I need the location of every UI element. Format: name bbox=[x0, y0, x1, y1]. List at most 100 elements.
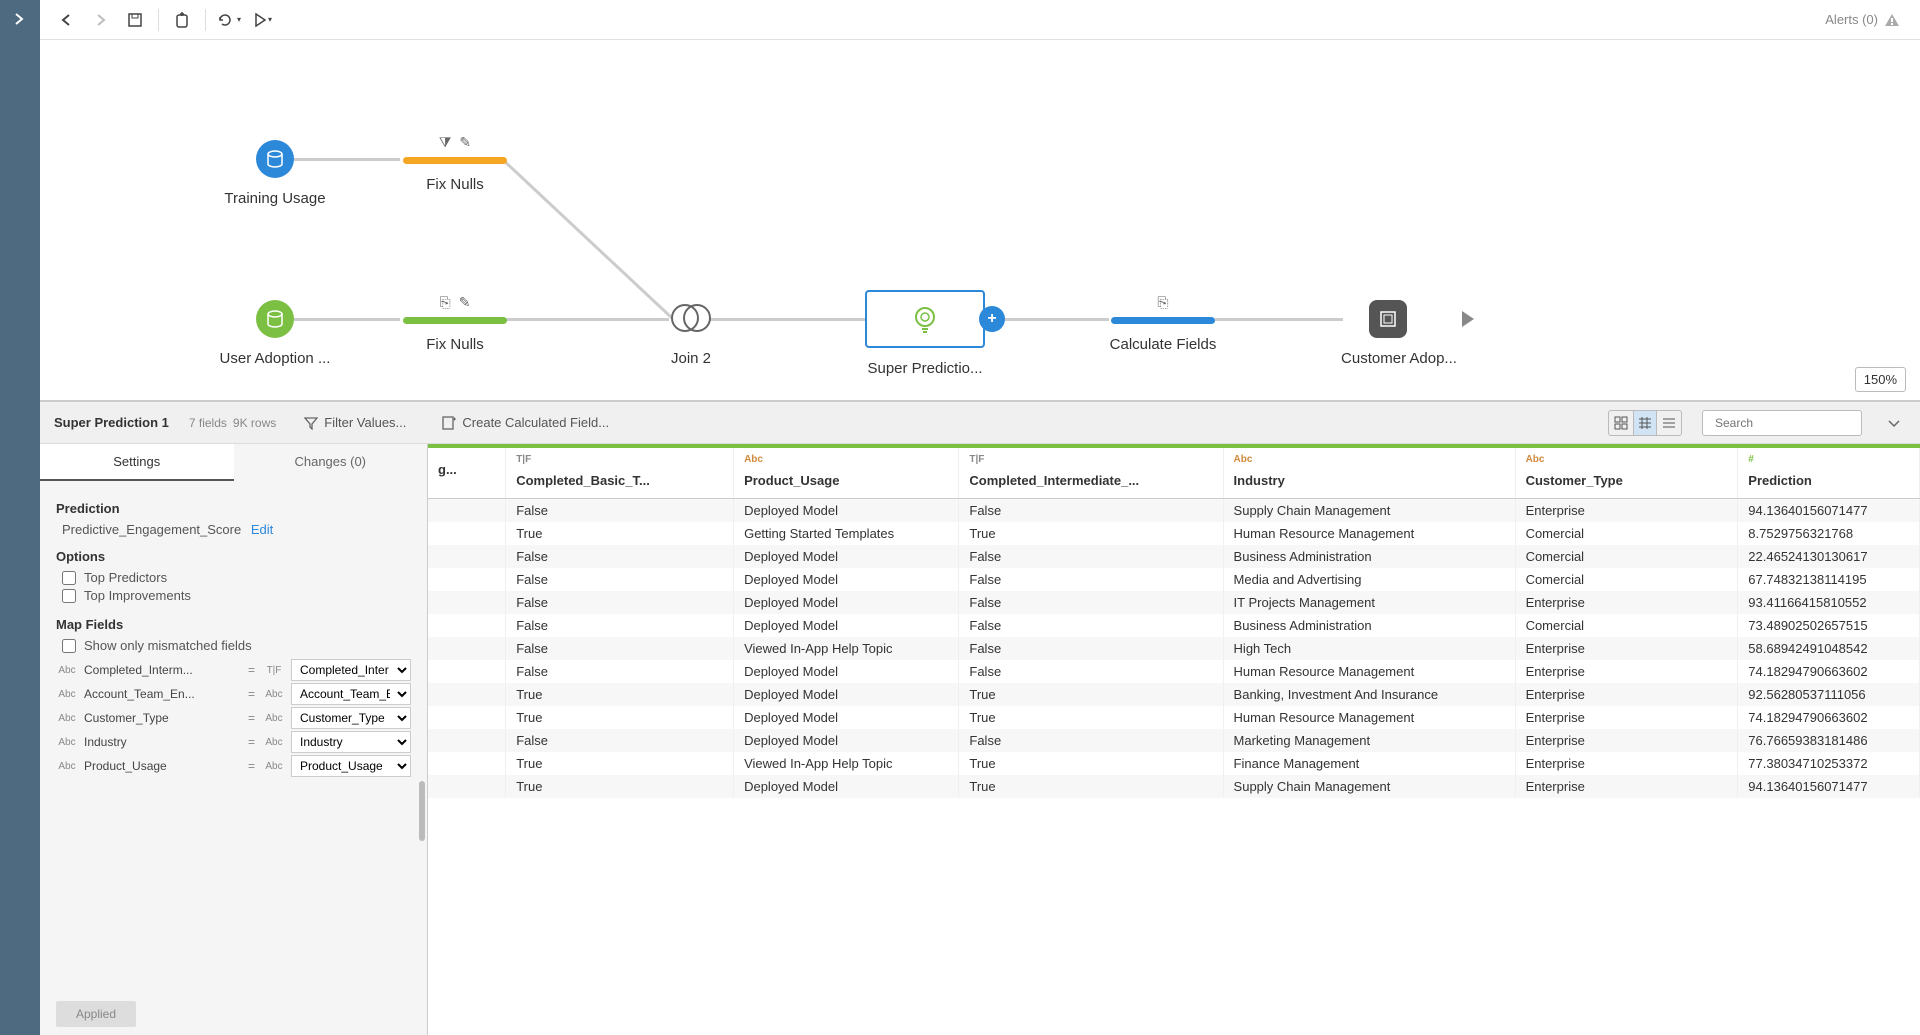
table-cell: False bbox=[506, 591, 734, 614]
search-input[interactable] bbox=[1715, 416, 1870, 430]
table-row[interactable]: FalseViewed In-App Help TopicFalseHigh T… bbox=[428, 637, 1920, 660]
node-label: Fix Nulls bbox=[400, 336, 510, 353]
node-calculate-fields[interactable]: ⎘ Calculate Fields bbox=[1108, 294, 1218, 353]
checkbox-top-predictors[interactable]: Top Predictors bbox=[62, 570, 411, 585]
field-map-row: Abc Industry = Abc Industry bbox=[56, 731, 411, 753]
table-row[interactable]: TrueDeployed ModelTrueHuman Resource Man… bbox=[428, 706, 1920, 729]
column-header[interactable]: AbcIndustry bbox=[1223, 448, 1515, 499]
table-cell: Enterprise bbox=[1515, 775, 1738, 798]
table-row[interactable]: FalseDeployed ModelFalseSupply Chain Man… bbox=[428, 499, 1920, 523]
table-cell: Deployed Model bbox=[734, 775, 959, 798]
node-join-2[interactable]: Join 2 bbox=[646, 300, 736, 367]
table-row[interactable]: TrueGetting Started TemplatesTrueHuman R… bbox=[428, 522, 1920, 545]
table-cell bbox=[428, 729, 506, 752]
table-cell: 67.74832138114195 bbox=[1738, 568, 1920, 591]
table-row[interactable]: FalseDeployed ModelFalseBusiness Adminis… bbox=[428, 614, 1920, 637]
table-row[interactable]: FalseDeployed ModelFalseMarketing Manage… bbox=[428, 729, 1920, 752]
search-box[interactable] bbox=[1702, 410, 1862, 436]
profile-view-button[interactable] bbox=[1609, 411, 1633, 435]
refresh-button[interactable]: ▾ bbox=[212, 5, 246, 35]
table-cell: Banking, Investment And Insurance bbox=[1223, 683, 1515, 706]
table-row[interactable]: FalseDeployed ModelFalseMedia and Advert… bbox=[428, 568, 1920, 591]
node-user-adoption[interactable]: User Adoption ... bbox=[190, 300, 360, 367]
node-label: Training Usage bbox=[200, 190, 350, 207]
create-calc-field-button[interactable]: Create Calculated Field... bbox=[434, 411, 617, 434]
node-super-prediction[interactable]: + Super Predictio... bbox=[860, 290, 990, 377]
type-badge: Abc bbox=[263, 713, 285, 724]
run-flow-button[interactable]: ▾ bbox=[246, 5, 280, 35]
node-customer-adoption-output[interactable]: Customer Adop... bbox=[1324, 300, 1474, 367]
rows-count: 9K rows bbox=[233, 416, 276, 430]
column-type: # bbox=[1748, 454, 1909, 465]
flow-canvas[interactable]: Training Usage ⧩✎ Fix Nulls User Adoptio… bbox=[40, 40, 1920, 400]
expand-rail-button[interactable] bbox=[0, 0, 40, 40]
left-rail bbox=[0, 0, 40, 1035]
column-type: Abc bbox=[1526, 454, 1728, 465]
calc-icon bbox=[442, 416, 456, 430]
table-cell: Enterprise bbox=[1515, 752, 1738, 775]
table-cell: Deployed Model bbox=[734, 614, 959, 637]
alerts-indicator[interactable]: Alerts (0) bbox=[1825, 12, 1910, 27]
table-cell: Enterprise bbox=[1515, 499, 1738, 523]
target-field-select[interactable]: Account_Team_E bbox=[291, 683, 411, 705]
tab-settings[interactable]: Settings bbox=[40, 444, 234, 481]
tab-changes[interactable]: Changes (0) bbox=[234, 444, 428, 481]
table-cell: Supply Chain Management bbox=[1223, 775, 1515, 798]
table-cell: Viewed In-App Help Topic bbox=[734, 752, 959, 775]
column-header[interactable]: g... bbox=[428, 448, 506, 499]
table-cell: False bbox=[959, 591, 1223, 614]
zoom-level[interactable]: 150% bbox=[1855, 367, 1906, 392]
table-cell: True bbox=[959, 522, 1223, 545]
node-label: Super Predictio... bbox=[860, 360, 990, 377]
column-header[interactable]: AbcProduct_Usage bbox=[734, 448, 959, 499]
checkbox-top-improvements[interactable]: Top Improvements bbox=[62, 588, 411, 603]
add-data-button[interactable] bbox=[165, 5, 199, 35]
table-cell bbox=[428, 568, 506, 591]
target-field-select[interactable]: Completed_Inter bbox=[291, 659, 411, 681]
column-header[interactable]: #Prediction bbox=[1738, 448, 1920, 499]
source-field: Customer_Type bbox=[84, 711, 240, 725]
script-icon: ⎘ bbox=[440, 294, 451, 311]
node-label: Customer Adop... bbox=[1324, 350, 1474, 367]
run-output-icon[interactable] bbox=[1462, 311, 1474, 327]
node-fix-nulls-1[interactable]: ⧩✎ Fix Nulls bbox=[400, 134, 510, 193]
table-row[interactable]: TrueDeployed ModelTrueSupply Chain Manag… bbox=[428, 775, 1920, 798]
table-cell bbox=[428, 775, 506, 798]
add-step-button[interactable]: + bbox=[979, 306, 1005, 332]
save-button[interactable] bbox=[118, 5, 152, 35]
column-header[interactable]: T|FCompleted_Basic_T... bbox=[506, 448, 734, 499]
table-row[interactable]: FalseDeployed ModelFalseHuman Resource M… bbox=[428, 660, 1920, 683]
column-header[interactable]: T|FCompleted_Intermediate_... bbox=[959, 448, 1223, 499]
expand-panel-button[interactable] bbox=[1882, 411, 1906, 435]
panel-scrollbar[interactable] bbox=[419, 781, 425, 841]
field-map-row: Abc Product_Usage = Abc Product_Usage bbox=[56, 755, 411, 777]
target-field-select[interactable]: Customer_Type bbox=[291, 707, 411, 729]
type-badge: Abc bbox=[56, 713, 78, 724]
target-field-select[interactable]: Industry bbox=[291, 731, 411, 753]
node-fix-nulls-2[interactable]: ⎘✎ Fix Nulls bbox=[400, 294, 510, 353]
table-row[interactable]: TrueViewed In-App Help TopicTrueFinance … bbox=[428, 752, 1920, 775]
back-button[interactable] bbox=[50, 5, 84, 35]
forward-button[interactable] bbox=[84, 5, 118, 35]
grid-view-button[interactable] bbox=[1633, 411, 1657, 435]
edit-prediction-link[interactable]: Edit bbox=[251, 522, 273, 537]
node-training-usage[interactable]: Training Usage bbox=[200, 140, 350, 207]
table-row[interactable]: FalseDeployed ModelFalseIT Projects Mana… bbox=[428, 591, 1920, 614]
column-header[interactable]: AbcCustomer_Type bbox=[1515, 448, 1738, 499]
column-name: Completed_Basic_T... bbox=[516, 473, 650, 488]
map-fields-section-label: Map Fields bbox=[56, 617, 411, 632]
table-cell: True bbox=[506, 683, 734, 706]
list-view-button[interactable] bbox=[1657, 411, 1681, 435]
table-cell: Comercial bbox=[1515, 545, 1738, 568]
table-cell: False bbox=[959, 545, 1223, 568]
table-row[interactable]: FalseDeployed ModelFalseBusiness Adminis… bbox=[428, 545, 1920, 568]
table-cell: False bbox=[959, 637, 1223, 660]
warning-icon bbox=[1884, 13, 1900, 27]
target-field-select[interactable]: Product_Usage bbox=[291, 755, 411, 777]
source-field: Completed_Interm... bbox=[84, 663, 240, 677]
filter-values-button[interactable]: Filter Values... bbox=[296, 411, 414, 434]
table-row[interactable]: TrueDeployed ModelTrueBanking, Investmen… bbox=[428, 683, 1920, 706]
settings-panel: Settings Changes (0) Prediction Predicti… bbox=[40, 444, 428, 1035]
checkbox-show-mismatched[interactable]: Show only mismatched fields bbox=[62, 638, 411, 653]
data-grid[interactable]: g...T|FCompleted_Basic_T...AbcProduct_Us… bbox=[428, 444, 1920, 1035]
